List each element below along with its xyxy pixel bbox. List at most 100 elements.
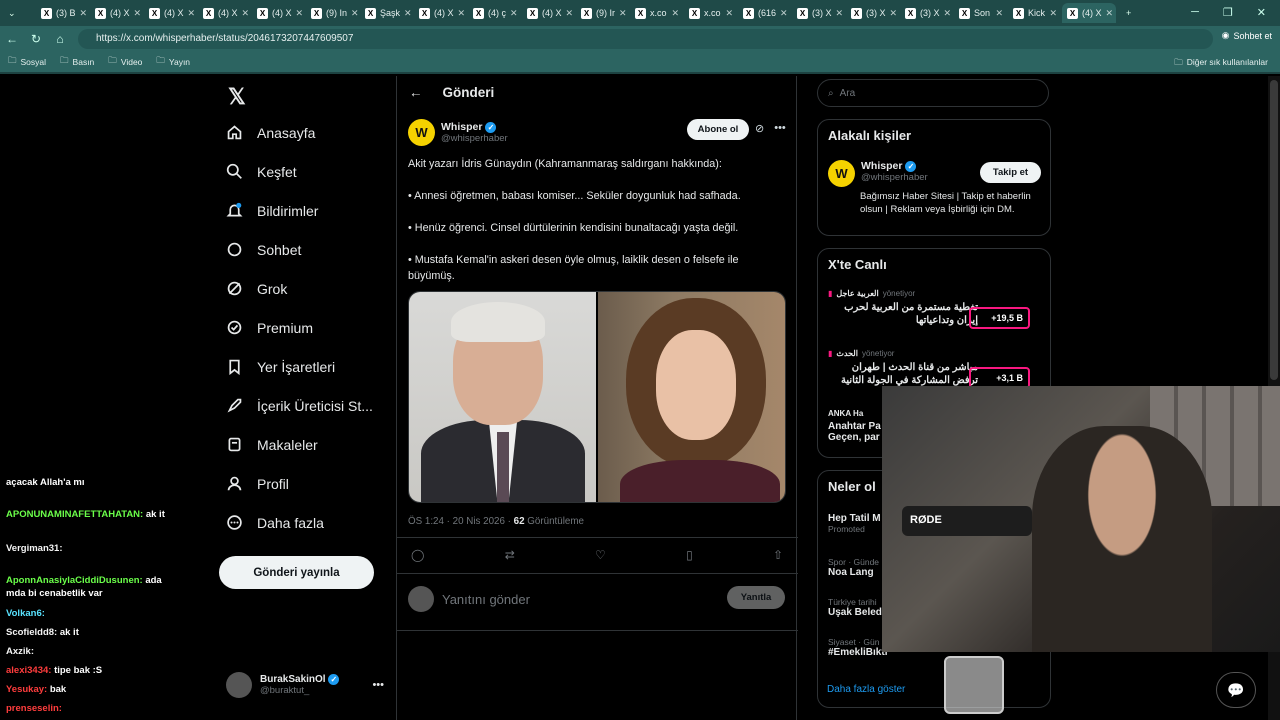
browser-tab[interactable]: X (4) X ✕ <box>144 3 198 23</box>
browser-tab[interactable]: X Son ✕ <box>954 3 1008 23</box>
new-tab-icon[interactable]: + <box>1126 8 1131 18</box>
close-tab-icon[interactable]: ✕ <box>995 8 1003 19</box>
more-dots-icon[interactable]: ••• <box>774 122 786 135</box>
nav-item-grok[interactable]: Grok <box>226 280 287 297</box>
photo-woman[interactable] <box>596 292 785 502</box>
nav-item-premium[interactable]: Premium <box>226 319 313 336</box>
browser-tab[interactable]: X (616 ✕ <box>738 3 792 23</box>
browser-tab[interactable]: X (4) X ✕ <box>1062 3 1116 23</box>
folder-icon: 🗀 <box>108 55 117 65</box>
repost-icon[interactable]: ⇄ <box>505 548 515 562</box>
close-icon[interactable]: ✕ <box>1257 6 1266 19</box>
reload-icon[interactable]: ↻ <box>24 32 48 46</box>
close-tab-icon[interactable]: ✕ <box>1106 8 1114 19</box>
close-tab-icon[interactable]: ✕ <box>404 8 412 19</box>
browser-tab[interactable]: X (3) X ✕ <box>846 3 900 23</box>
nav-item-bookmarks[interactable]: Yer İşaretleri <box>226 358 335 375</box>
messages-fab[interactable]: 💬 <box>1216 672 1256 708</box>
bookmark-folder[interactable]: 🗀 Video <box>108 55 142 69</box>
photo-man[interactable] <box>409 292 596 502</box>
post-author[interactable]: W Whisper ✓ @whisperhaber <box>408 119 508 146</box>
scrollbar-thumb[interactable] <box>1270 80 1278 380</box>
grok-icon[interactable]: ⊘ <box>755 122 764 135</box>
browser-tab[interactable]: X (4) X ✕ <box>414 3 468 23</box>
post-button[interactable]: Gönderi yayınla <box>219 556 374 589</box>
reply-icon[interactable]: ◯ <box>411 548 424 562</box>
author-avatar[interactable]: W <box>408 119 435 146</box>
bookmark-icon[interactable]: ▯ <box>686 548 693 562</box>
browser-tab[interactable]: X (3) X ✕ <box>900 3 954 23</box>
other-bookmarks[interactable]: 🗀 Diğer sık kullanılanlar <box>1174 57 1268 71</box>
author-avatar[interactable]: W <box>828 160 855 187</box>
nav-item-home[interactable]: Anasayfa <box>226 124 315 141</box>
browser-tab[interactable]: X (4) X ✕ <box>252 3 306 23</box>
close-tab-icon[interactable]: ✕ <box>725 8 733 19</box>
subscribe-button[interactable]: Abone ol <box>687 119 749 140</box>
close-tab-icon[interactable]: ✕ <box>780 8 788 19</box>
close-tab-icon[interactable]: ✕ <box>510 8 518 19</box>
reply-input[interactable]: Yanıtını gönder <box>442 592 530 607</box>
chat-message: alexi3434: tipe bak :S <box>6 665 103 676</box>
browser-tab[interactable]: X (9) Ir ✕ <box>576 3 630 23</box>
close-tab-icon[interactable]: ✕ <box>1049 8 1057 19</box>
close-tab-icon[interactable]: ✕ <box>188 8 196 19</box>
nav-item-articles[interactable]: Makaleler <box>226 436 318 453</box>
close-tab-icon[interactable]: ✕ <box>836 8 844 19</box>
more-dots-icon[interactable]: ••• <box>372 679 384 691</box>
bookmark-folder[interactable]: 🗀 Sosyal <box>8 55 46 69</box>
reply-composer[interactable]: Yanıtını gönder <box>408 586 530 612</box>
back-arrow-icon[interactable]: ← <box>409 85 423 100</box>
divider <box>397 630 798 631</box>
bookmark-folder[interactable]: 🗀 Basın <box>60 55 94 69</box>
reply-button[interactable]: Yanıtla <box>727 586 785 609</box>
close-tab-icon[interactable]: ✕ <box>351 8 359 19</box>
close-tab-icon[interactable]: ✕ <box>890 8 898 19</box>
close-tab-icon[interactable]: ✕ <box>566 8 574 19</box>
nav-item-more[interactable]: Daha fazla <box>226 514 324 531</box>
browser-tab[interactable]: X (4) X ✕ <box>198 3 252 23</box>
account-switcher[interactable]: BurakSakinOl ✓ @buraktut_ ••• <box>226 672 396 698</box>
url-field[interactable]: https://x.com/whisperhaber/status/204617… <box>78 29 1213 49</box>
copilot-chat-button[interactable]: ◉ Sohbet et <box>1222 30 1272 41</box>
maximize-icon[interactable]: ❐ <box>1223 6 1233 19</box>
share-icon[interactable]: ⇧ <box>773 548 783 562</box>
browser-tab[interactable]: X (4) ç ✕ <box>468 3 522 23</box>
show-more-link[interactable]: Daha fazla göster <box>827 684 905 695</box>
browser-tab[interactable]: Xx.co ✕ <box>684 3 738 23</box>
search-input[interactable]: ⌕ Ara <box>817 79 1049 107</box>
close-tab-icon[interactable]: ✕ <box>671 8 679 19</box>
close-tab-icon[interactable]: ✕ <box>619 8 627 19</box>
close-tab-icon[interactable]: ✕ <box>242 8 250 19</box>
nav-item-explore[interactable]: Keşfet <box>226 163 297 180</box>
close-tab-icon[interactable]: ✕ <box>458 8 466 19</box>
browser-tab[interactable]: X Kick ✕ <box>1008 3 1062 23</box>
nav-item-profile[interactable]: Profil <box>226 475 289 492</box>
nav-item-creator-studio[interactable]: İçerik Üreticisi St... <box>226 397 373 414</box>
bookmark-folder[interactable]: 🗀 Yayın <box>156 55 190 69</box>
post-timestamp[interactable]: ÖS 1:24 · 20 Nis 2026 · <box>408 516 511 527</box>
close-tab-icon[interactable]: ✕ <box>134 8 142 19</box>
related-person[interactable]: W Whisper ✓ @whisperhaber <box>828 160 928 187</box>
close-tab-icon[interactable]: ✕ <box>80 8 88 19</box>
x-logo-icon[interactable]: 𝕏 <box>228 84 246 110</box>
browser-tab[interactable]: X (4) X ✕ <box>90 3 144 23</box>
nav-item-messages[interactable]: Sohbet <box>226 241 301 258</box>
browser-tab[interactable]: X Şaşk ✕ <box>360 3 414 23</box>
back-icon[interactable]: ← <box>0 32 24 46</box>
browser-tab[interactable]: X (3) B ✕ <box>36 3 90 23</box>
close-tab-icon[interactable]: ✕ <box>944 8 952 19</box>
minimize-icon[interactable]: ─ <box>1191 6 1199 19</box>
tab-menu-icon[interactable]: ⌄ <box>0 8 36 19</box>
browser-tab[interactable]: X (3) X ✕ <box>792 3 846 23</box>
close-tab-icon[interactable]: ✕ <box>296 8 304 19</box>
home-icon[interactable]: ⌂ <box>48 32 72 46</box>
browser-tab[interactable]: X (9) In ✕ <box>306 3 360 23</box>
live-viewer-count[interactable]: +19,5 B <box>969 307 1030 329</box>
follow-button[interactable]: Takip et <box>980 162 1041 183</box>
browser-tab[interactable]: X (4) X ✕ <box>522 3 576 23</box>
like-icon[interactable]: ♡ <box>595 548 606 562</box>
post-text: Akit yazarı İdris Günaydın (Kahramanmara… <box>408 156 778 300</box>
post-media[interactable] <box>408 291 786 503</box>
nav-item-notifications[interactable]: Bildirimler <box>226 202 318 219</box>
browser-tab[interactable]: Xx.co ✕ <box>630 3 684 23</box>
